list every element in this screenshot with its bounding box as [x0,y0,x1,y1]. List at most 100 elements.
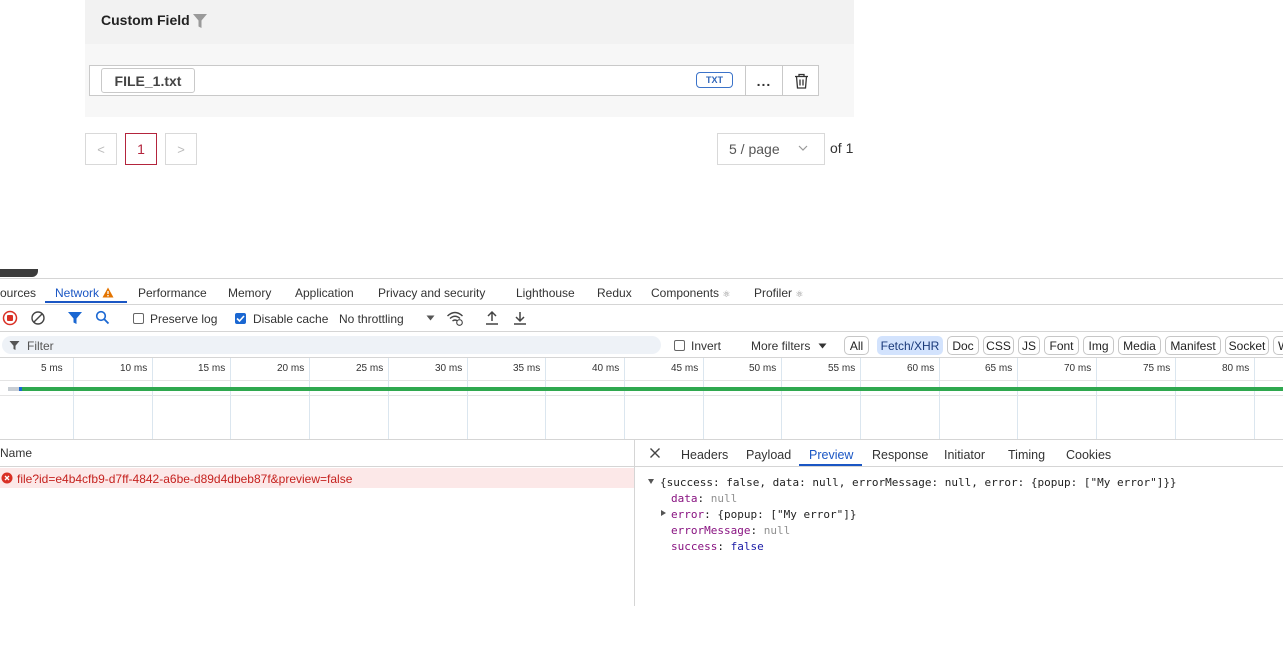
tab-preview[interactable]: Preview [809,448,853,462]
download-icon[interactable] [513,310,527,326]
error-icon [1,472,13,484]
timeline-tick-label: 80 ms [1222,363,1250,374]
delete-button[interactable] [782,65,819,96]
disable-cache-checkbox[interactable] [235,313,246,324]
timeline-queue-bar [8,387,19,391]
field-key: errorMessage [671,524,751,537]
timeline-grid-line [703,358,704,439]
field-key: error [671,508,705,521]
filter-input[interactable] [2,336,661,354]
type-filter-wasm[interactable]: W [1273,336,1283,355]
tab-sources[interactable]: ources [0,286,36,300]
field-key: success [671,540,718,553]
upload-icon[interactable] [485,310,499,326]
invert-label: Invert [691,339,722,353]
tab-performance[interactable]: Performance [138,286,207,300]
field-value: null [763,524,791,537]
tab-initiator[interactable]: Initiator [944,448,985,462]
next-page-button[interactable]: > [165,133,197,165]
type-filter-fetch-xhr[interactable]: Fetch/XHR [877,336,943,355]
timeline-grid-line [939,358,940,439]
timeline-grid-line [860,358,861,439]
timeline-tick-label: 50 ms [749,363,777,374]
page-size-value: 5 / page [729,141,780,157]
tab-payload[interactable]: Payload [746,448,791,462]
timeline-grid-line [230,358,231,439]
preserve-log-checkbox[interactable] [133,313,144,324]
clear-icon[interactable] [30,310,46,326]
type-filter-manifest[interactable]: Manifest [1165,336,1221,355]
timeline-tick-label: 10 ms [120,363,148,374]
invert-checkbox[interactable] [674,340,685,351]
file-name-chip[interactable]: FILE_1.txt [101,68,195,93]
field-colon: : [750,524,764,537]
disable-cache-label: Disable cache [253,312,329,326]
expand-triangle-icon[interactable] [661,510,666,516]
timeline-tick-label: 75 ms [1143,363,1171,374]
type-filter-all[interactable]: All [844,336,869,355]
tab-memory[interactable]: Memory [228,286,271,300]
more-filters-button[interactable]: More filters [751,339,810,353]
timeline-tick-label: 15 ms [198,363,226,374]
timeline-tick-label: 25 ms [356,363,384,374]
active-tab-indicator [45,301,127,303]
tab-profiler-label: Profiler [754,286,793,300]
timeline-grid-line [73,358,74,439]
column-name-header[interactable]: Name [0,446,32,460]
timeline-grid-line [1175,358,1176,439]
tab-cookies[interactable]: Cookies [1066,448,1111,462]
preview-field-error[interactable]: error: {popup: ["My error"]} [671,508,856,521]
network-conditions-icon[interactable] [446,310,464,326]
more-options-button[interactable]: ... [745,65,782,96]
tab-application[interactable]: Application [295,286,354,300]
type-filter-css[interactable]: CSS [983,336,1014,355]
field-value: {popup: ["My error"]} [717,508,857,521]
preview-summary[interactable]: {success: false, data: null, errorMessag… [660,476,1177,489]
tab-privacy-security[interactable]: Privacy and security [378,286,485,300]
timeline-grid-line [781,358,782,439]
type-filter-doc[interactable]: Doc [947,336,979,355]
timeline-grid-line [1017,358,1018,439]
search-icon[interactable] [95,310,110,325]
caret-down-icon [426,315,435,321]
type-filter-js[interactable]: JS [1018,336,1040,355]
timeline-grid-line [545,358,546,439]
timeline-grid-line [467,358,468,439]
request-row[interactable]: file?id=e4b4cfb9-d7ff-4842-a6be-d89d4dbe… [0,468,634,488]
record-stop-icon[interactable] [2,310,18,326]
tab-profiler[interactable]: Profiler ⚛ [754,286,803,300]
tab-network[interactable]: Network [55,286,114,300]
react-atom-icon: ⚛ [722,289,731,299]
chevron-down-icon [798,145,808,151]
filter-icon[interactable] [67,310,83,326]
timeline-grid-line [388,358,389,439]
tab-response[interactable]: Response [872,448,928,462]
timeline-tick-label: 45 ms [671,363,699,374]
collapse-triangle-icon[interactable] [648,479,654,484]
filter-funnel-icon[interactable] [191,12,209,30]
field-colon: : [704,508,718,521]
preserve-log-label: Preserve log [150,312,218,326]
react-atom-icon: ⚛ [795,289,804,299]
tab-headers[interactable]: Headers [681,448,728,462]
request-list-header: Name [0,440,634,467]
field-key: data [671,492,698,505]
timeline-tick-label: 35 ms [513,363,541,374]
prev-page-button[interactable]: < [85,133,117,165]
section-title: Custom Field [101,12,190,28]
request-detail-tabs: Headers Payload Preview Response Initiat… [635,440,1283,467]
tab-redux[interactable]: Redux [597,286,632,300]
caret-down-icon [818,343,827,349]
type-filter-img[interactable]: Img [1083,336,1114,355]
type-filter-media[interactable]: Media [1118,336,1161,355]
page-1-button[interactable]: 1 [125,133,157,165]
filter-placeholder: Filter [27,339,54,353]
close-icon[interactable] [649,447,661,459]
tab-lighthouse[interactable]: Lighthouse [516,286,575,300]
type-filter-font[interactable]: Font [1044,336,1079,355]
preview-field-success: success: false [671,540,764,553]
tab-components[interactable]: Components ⚛ [651,286,730,300]
type-filter-socket[interactable]: Socket [1225,336,1269,355]
throttling-select[interactable]: No throttling [339,312,404,326]
tab-timing[interactable]: Timing [1008,448,1045,462]
